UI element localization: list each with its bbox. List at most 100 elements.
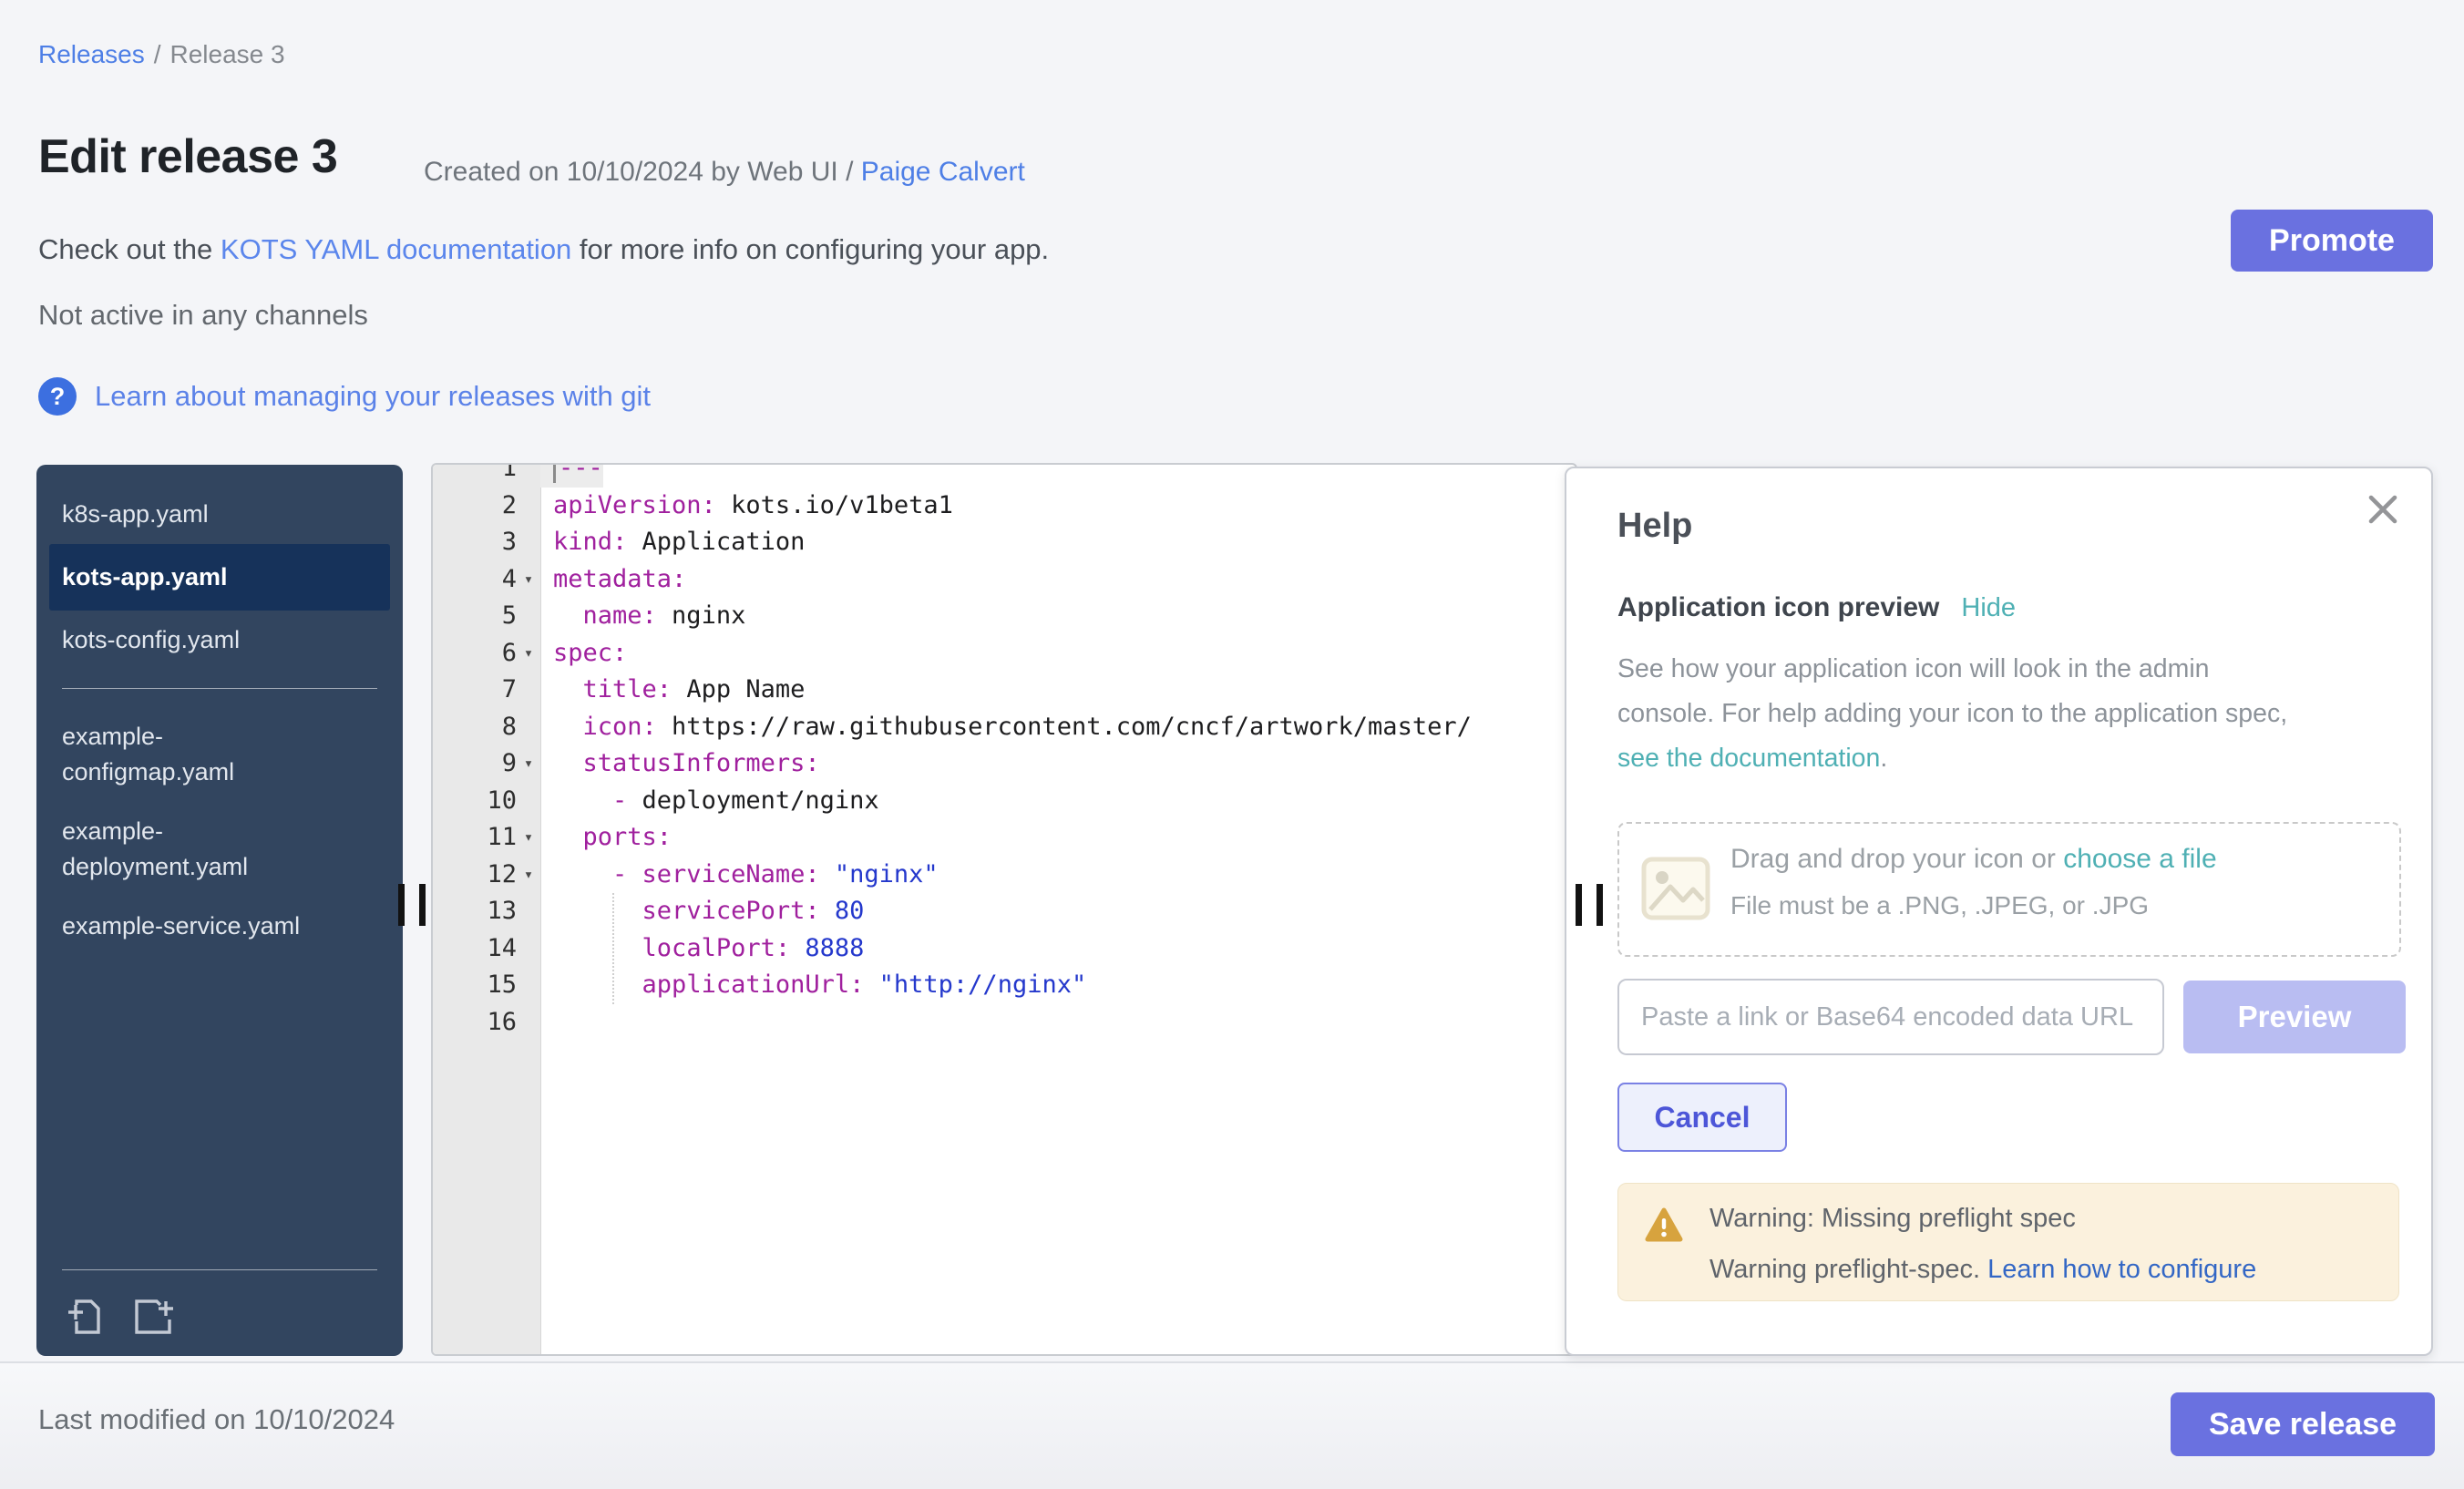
line-number: 11▾ — [433, 819, 540, 857]
author-link[interactable]: Paige Calvert — [861, 157, 1025, 187]
fold-toggle-icon[interactable]: ▾ — [517, 819, 540, 857]
code-token: nginx — [657, 601, 746, 630]
choose-file-link[interactable]: choose a file — [2063, 844, 2216, 874]
kots-yaml-doc-link[interactable]: KOTS YAML documentation — [221, 233, 571, 265]
code-token — [553, 934, 642, 962]
code-line-content: - serviceName: "nginx" — [540, 857, 939, 894]
file-name: kots-app.yaml — [62, 560, 328, 595]
fold-toggle-icon[interactable]: ▾ — [517, 745, 540, 783]
fold-toggle-icon[interactable]: ▾ — [517, 635, 540, 673]
code-token: App Name — [672, 675, 805, 703]
tree-actions-divider — [62, 1269, 377, 1270]
code-token: title: — [583, 675, 672, 703]
preview-button[interactable]: Preview — [2183, 981, 2406, 1053]
code-token: 80 — [820, 897, 865, 925]
git-releases-link[interactable]: Learn about managing your releases with … — [95, 380, 651, 413]
breadcrumb-releases-link[interactable]: Releases — [38, 40, 145, 68]
see-documentation-link[interactable]: see the documentation — [1617, 744, 1880, 773]
code-token — [553, 786, 612, 815]
line-number-text: 6 — [502, 635, 517, 673]
code-token — [553, 823, 583, 851]
close-icon[interactable] — [2366, 492, 2400, 531]
editor-line-11: 11▾ ports: — [433, 819, 1576, 857]
code-token — [553, 675, 583, 703]
code-token: - serviceName: — [612, 860, 820, 888]
file-name: k8s-app.yaml — [62, 497, 328, 532]
question-icon: ? — [38, 377, 77, 416]
file-tree-sidebar: k8s-app.yaml kots-app.yaml kots-config.yam… — [36, 465, 403, 1356]
line-number: 2 — [433, 488, 540, 525]
code-token: servicePort: — [642, 897, 820, 925]
description-period: . — [1880, 744, 1887, 773]
code-line-content: icon: https://raw.githubusercontent.com/… — [540, 709, 1472, 746]
cancel-button[interactable]: Cancel — [1617, 1083, 1787, 1152]
pane-resize-handle-right[interactable] — [1576, 884, 1603, 926]
line-number: 3 — [433, 524, 540, 561]
learn-configure-link[interactable]: Learn how to configure — [1987, 1255, 2256, 1284]
code-token: icon: — [583, 713, 657, 741]
line-number: 7 — [433, 672, 540, 709]
file-name: kots-config.yaml — [62, 622, 328, 658]
code-line-content: servicePort: 80 — [540, 893, 864, 930]
file-name: example-deployment.yaml — [62, 814, 328, 885]
line-number-text: 8 — [502, 709, 517, 746]
code-token: "http://nginx" — [864, 970, 1086, 999]
code-token: name: — [583, 601, 657, 630]
editor-line-6: 6▾spec: — [433, 635, 1576, 673]
warning-title: Warning: Missing preflight spec — [1709, 1204, 2076, 1234]
fold-toggle-icon[interactable]: ▾ — [517, 857, 540, 894]
description-line-1: See how your application icon will look … — [1617, 654, 2210, 683]
file-tree-item-kots-config.yaml[interactable]: kots-config.yaml — [49, 611, 390, 670]
text-cursor — [553, 463, 556, 483]
file-tree-item-example-service.yaml[interactable]: example-service.yaml — [49, 897, 390, 956]
line-number-text: 15 — [487, 967, 517, 1004]
code-token: 8888 — [790, 934, 864, 962]
line-number: 13 — [433, 893, 540, 930]
line-number: 6▾ — [433, 635, 540, 673]
editor-line-4: 4▾metadata: — [433, 561, 1576, 599]
code-token — [553, 860, 612, 888]
file-tree-item-example-deployment.yaml[interactable]: example-deployment.yaml — [49, 802, 390, 897]
dropzone-text-prefix: Drag and drop your icon or — [1730, 844, 2063, 874]
save-release-button[interactable]: Save release — [2171, 1392, 2435, 1456]
promote-button[interactable]: Promote — [2231, 210, 2433, 272]
code-token: apiVersion: — [553, 491, 716, 519]
line-number-text: 2 — [502, 488, 517, 525]
icon-dropzone[interactable]: Drag and drop your icon or choose a file… — [1617, 822, 2401, 957]
code-token — [553, 970, 642, 999]
file-tree-item-example-configmap.yaml[interactable]: example-configmap.yaml — [49, 707, 390, 802]
fold-toggle-icon[interactable]: ▾ — [517, 561, 540, 599]
file-tree-item-k8s-app.yaml[interactable]: k8s-app.yaml — [49, 485, 390, 544]
file-tree-divider — [62, 688, 377, 689]
code-line-content: title: App Name — [540, 672, 805, 709]
yaml-code-editor[interactable]: 1---2apiVersion: kots.io/v1beta13kind: A… — [431, 463, 1577, 1356]
help-panel: Help Application icon preview Hide See h… — [1565, 467, 2433, 1356]
hide-link[interactable]: Hide — [1961, 593, 2016, 623]
code-token: applicationUrl: — [642, 970, 865, 999]
code-token: statusInformers: — [583, 749, 820, 777]
line-number-text: 12 — [487, 857, 517, 894]
channel-status: Not active in any channels — [38, 299, 368, 332]
new-file-icon[interactable] — [64, 1294, 106, 1336]
code-token: --- — [559, 463, 603, 482]
pane-resize-handle-left[interactable] — [398, 884, 426, 926]
line-number-text: 3 — [502, 524, 517, 561]
warning-triangle-icon — [1644, 1206, 1684, 1248]
editor-line-9: 9▾ statusInformers: — [433, 745, 1576, 783]
code-line-content: --- — [540, 463, 603, 488]
description-line-2: console. For help adding your icon to th… — [1617, 699, 2287, 728]
editor-line-7: 7 title: App Name — [433, 672, 1576, 709]
page-title: Edit release 3 — [38, 129, 337, 184]
line-number: 4▾ — [433, 561, 540, 599]
editor-line-10: 10 - deployment/nginx — [433, 783, 1576, 820]
edit-release-page: { "breadcrumb": {"releases_link": "Relea… — [0, 0, 2464, 1489]
code-line-content: metadata: — [540, 561, 686, 599]
icon-preview-section-header: Application icon preview Hide — [1617, 592, 2016, 623]
editor-line-2: 2apiVersion: kots.io/v1beta1 — [433, 488, 1576, 525]
icon-url-input[interactable] — [1617, 979, 2164, 1055]
editor-line-12: 12▾ - serviceName: "nginx" — [433, 857, 1576, 894]
new-folder-icon[interactable] — [131, 1294, 175, 1336]
code-token: https://raw.githubusercontent.com/cncf/a… — [657, 713, 1472, 741]
file-tree-item-kots-app.yaml[interactable]: kots-app.yaml — [49, 544, 390, 611]
line-number-text: 11 — [487, 819, 517, 857]
